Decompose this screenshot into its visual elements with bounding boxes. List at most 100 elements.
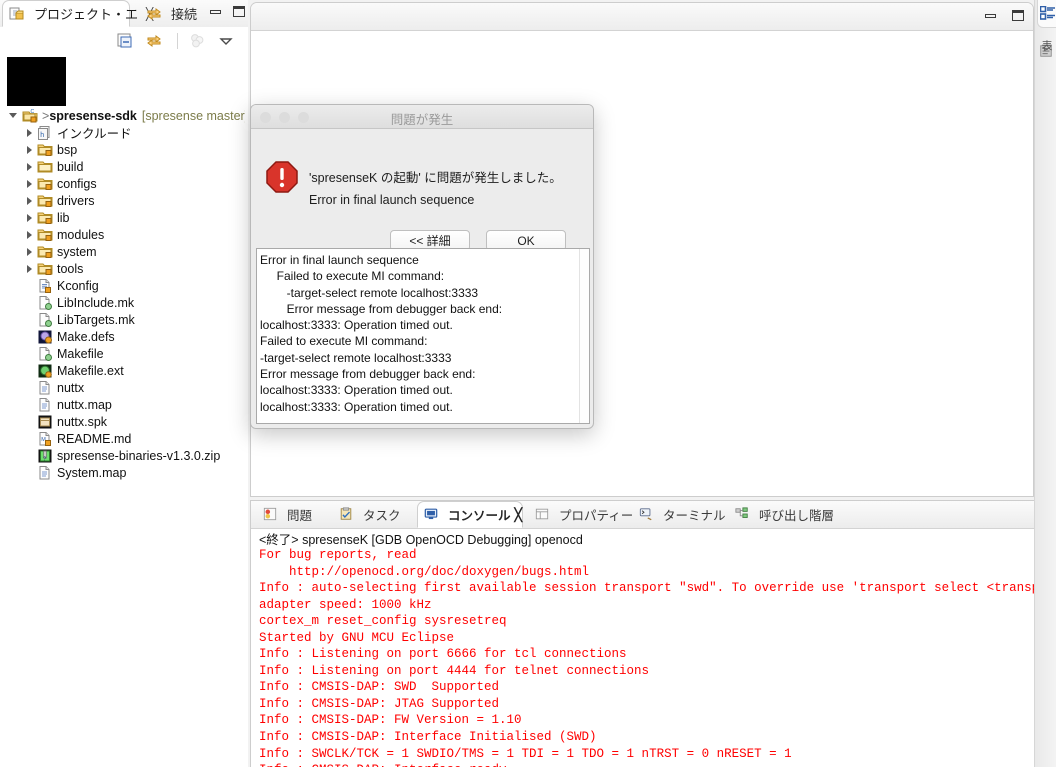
- error-stop-icon: [266, 161, 298, 193]
- left-view-tabbar: プロジェクト・エ ╳ 接続: [0, 0, 248, 28]
- no-chevron: [27, 384, 32, 392]
- no-chevron: [27, 282, 32, 290]
- chevron-right-icon[interactable]: [27, 145, 32, 154]
- tree-row-system[interactable]: system: [0, 243, 245, 260]
- tree-row-kconfig[interactable]: Kconfig: [0, 277, 245, 294]
- tree-item-label: インクルード: [57, 127, 132, 141]
- file-icon: [37, 465, 53, 481]
- console-icon: [424, 507, 440, 523]
- maximize-editor-button[interactable]: [1010, 8, 1025, 23]
- tree-row-nuttx-map[interactable]: nuttx.map: [0, 396, 245, 413]
- chevron-right-icon[interactable]: [27, 162, 32, 171]
- chevron-right-icon[interactable]: [27, 230, 32, 239]
- tree-rows: C > spresense-sdk [spresense master] h イ…: [0, 107, 245, 481]
- tab-problems[interactable]: 問題: [257, 501, 329, 528]
- details-scrollbar[interactable]: [579, 249, 589, 423]
- dialog-title: 問題が発生: [390, 113, 454, 127]
- tree-item-label: lib: [57, 210, 70, 225]
- tree-row-build[interactable]: build: [0, 158, 245, 175]
- chevron-right-icon[interactable]: [27, 213, 32, 222]
- tab-console-label: コンソール: [448, 509, 511, 523]
- tree-row-configs[interactable]: configs: [0, 175, 245, 192]
- filter-icon[interactable]: [189, 33, 205, 49]
- dialog-details-pane[interactable]: Error in final launch sequence Failed to…: [256, 248, 590, 424]
- tree-item-label: README.md: [57, 431, 132, 446]
- tree-row-tools[interactable]: tools: [0, 260, 245, 277]
- no-chevron: [27, 469, 32, 477]
- tree-row-make-defs[interactable]: Make.defs: [0, 328, 245, 345]
- tab-terminal[interactable]: ターミナル: [633, 501, 726, 528]
- console-output-text[interactable]: For bug reports, read http://openocd.org…: [251, 547, 1034, 767]
- tree-item-label: tools: [57, 261, 84, 276]
- chevron-right-icon[interactable]: [27, 247, 32, 256]
- svg-text:?: ?: [43, 456, 46, 462]
- no-chevron: [27, 299, 32, 307]
- tab-tasks-label: タスク: [363, 509, 401, 523]
- tab-project-explorer[interactable]: プロジェクト・エ ╳: [2, 0, 153, 27]
- tree-item-label: modules: [57, 227, 105, 242]
- tree-row-bsp[interactable]: bsp: [0, 141, 245, 158]
- tree-row-makefile-ext[interactable]: Makefile.ext: [0, 362, 245, 379]
- tree-row-nuttx[interactable]: nuttx: [0, 379, 245, 396]
- makefile-ext-icon: [37, 363, 53, 379]
- tab-terminal-label: ターミナル: [663, 509, 726, 523]
- tree-row-root[interactable]: C > spresense-sdk [spresense master]: [0, 107, 245, 124]
- chevron-right-icon[interactable]: [27, 179, 32, 188]
- tree-row-readme-md[interactable]: M README.md: [0, 430, 245, 447]
- tree-item-label: Makefile.ext: [57, 363, 124, 378]
- chevron-right-icon[interactable]: [27, 196, 32, 205]
- folder-src-icon: [37, 193, 53, 209]
- tree-row-spresense-binaries-zip[interactable]: ? spresense-binaries-v1.3.0.zip: [0, 447, 245, 464]
- collapse-all-icon[interactable]: [117, 33, 133, 49]
- chevron-right-icon[interactable]: [27, 128, 32, 137]
- left-view-window-buttons: [208, 4, 246, 19]
- tab-tasks[interactable]: タスク: [333, 501, 413, 528]
- tree-item-label: drivers: [57, 193, 95, 208]
- right-bar-restore-tab[interactable]: [1037, 0, 1056, 28]
- tree-row-nuttx-spk[interactable]: nuttx.spk: [0, 413, 245, 430]
- tab-console[interactable]: コンソール ╳: [417, 501, 523, 528]
- makefile-icon: [37, 295, 53, 311]
- folder-src-icon: [37, 176, 53, 192]
- no-chevron: [27, 435, 32, 443]
- tree-item-label: build: [57, 159, 84, 174]
- tree-row-libinclude-mk[interactable]: LibInclude.mk: [0, 294, 245, 311]
- tree-item-label: nuttx.spk: [57, 414, 108, 429]
- eclipse-workbench-window: プロジェクト・エ ╳ 接続 C > spresense-sdk [spresen…: [0, 0, 1056, 767]
- tree-item-label: LibTargets.mk: [57, 312, 135, 327]
- tab-connections[interactable]: 接続: [140, 0, 202, 27]
- close-icon[interactable]: ╳: [515, 507, 523, 522]
- tree-row-libtargets-mk[interactable]: LibTargets.mk: [0, 311, 245, 328]
- dialog-message-secondary: Error in final launch sequence: [309, 193, 475, 207]
- tasks-icon: [339, 506, 355, 523]
- project-tree[interactable]: C > spresense-sdk [spresense master] h イ…: [0, 55, 245, 767]
- console-process-header: <終了> spresenseK [GDB OpenOCD Debugging] …: [259, 533, 583, 547]
- tree-row-drivers[interactable]: drivers: [0, 192, 245, 209]
- tree-row-system-map[interactable]: System.map: [0, 464, 245, 481]
- tree-item-label: nuttx: [57, 380, 85, 395]
- no-chevron: [27, 452, 32, 460]
- minimize-editor-button[interactable]: [983, 8, 998, 23]
- right-bar-label: 表: [1040, 40, 1052, 52]
- tree-row-includes[interactable]: h インクルード: [0, 124, 245, 141]
- minimize-view-button[interactable]: [208, 4, 223, 19]
- redacted-region: [7, 57, 66, 106]
- tab-project-explorer-label: プロジェクト・エ: [34, 7, 139, 22]
- view-menu-icon[interactable]: [218, 33, 234, 49]
- tree-item-label: Kconfig: [57, 278, 99, 293]
- console-tabstrip: 問題 タスク コンソール ╳ プロパティー ターミナル 呼び出し階層: [251, 501, 1034, 529]
- maximize-view-button[interactable]: [231, 4, 246, 19]
- makefile-icon: [37, 312, 53, 328]
- folder-src-icon: [37, 261, 53, 277]
- tree-row-lib[interactable]: lib: [0, 209, 245, 226]
- project-explorer-icon: [9, 6, 25, 22]
- link-with-editor-icon[interactable]: [146, 33, 162, 49]
- tree-item-label: Makefile: [57, 346, 104, 361]
- tree-row-makefile[interactable]: Makefile: [0, 345, 245, 362]
- tab-properties[interactable]: プロパティー: [529, 501, 633, 528]
- tree-row-modules[interactable]: modules: [0, 226, 245, 243]
- chevron-right-icon[interactable]: [27, 264, 32, 273]
- folder-src-icon: [37, 227, 53, 243]
- tab-call-hierarchy[interactable]: 呼び出し階層: [729, 501, 839, 528]
- chevron-down-icon[interactable]: [9, 113, 17, 118]
